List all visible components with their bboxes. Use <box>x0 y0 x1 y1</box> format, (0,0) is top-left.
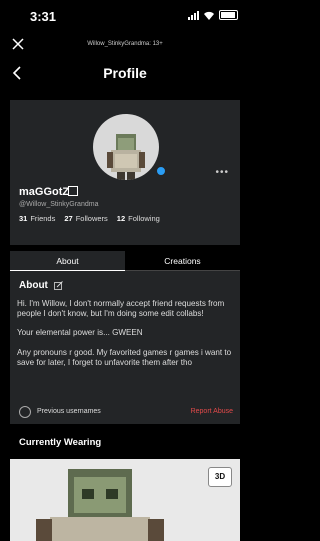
site-title: Willow_StinkyGrandma: 13+ <box>87 41 163 47</box>
view-3d-button[interactable]: 3D <box>208 467 232 487</box>
tab-creations[interactable]: Creations <box>125 251 240 271</box>
previous-usernames-link[interactable]: Previous usernames <box>37 408 101 415</box>
social-stats: 31 Friends 27 Followers 12 Following <box>19 214 160 223</box>
avatar[interactable] <box>93 114 159 180</box>
page-title: Profile <box>103 65 147 81</box>
about-paragraph: Any pronouns r good. My favorited games … <box>17 348 232 367</box>
report-abuse-link[interactable]: Report Abuse <box>191 408 233 415</box>
wifi-icon <box>204 11 214 20</box>
about-paragraph: Your elemental power is... GWEEN <box>17 328 143 338</box>
battery-icon <box>219 10 238 20</box>
username-handle: @Willow_StinkyGrandma <box>19 201 99 208</box>
about-paragraph: Hi. I'm Willow, I don't normally accept … <box>17 299 225 318</box>
status-bar: 3:31 <box>0 0 250 30</box>
profile-tabs: About Creations <box>10 251 240 271</box>
status-icons <box>188 10 238 20</box>
display-name: maGGotZ <box>19 186 70 198</box>
history-icon[interactable] <box>19 406 31 418</box>
profile-card: ••• maGGotZ @Willow_StinkyGrandma 31 Frie… <box>10 100 240 245</box>
tab-about[interactable]: About <box>10 251 125 271</box>
more-options-icon[interactable]: ••• <box>215 167 229 178</box>
friends-stat[interactable]: 31 Friends <box>19 214 55 223</box>
status-time: 3:31 <box>30 9 57 24</box>
about-footer: Previous usernames Report Abuse <box>10 403 240 423</box>
avatar-figure-icon <box>107 134 145 180</box>
page-header: Profile <box>0 58 250 90</box>
online-status-dot <box>156 166 166 176</box>
about-description: Hi. I'm Willow, I don't normally accept … <box>17 299 233 378</box>
followers-stat[interactable]: 27 Followers <box>64 214 107 223</box>
verified-badge-icon <box>68 186 78 196</box>
currently-wearing-heading: Currently Wearing <box>19 437 102 448</box>
browser-topbar: Willow_StinkyGrandma: 13+ <box>0 33 250 55</box>
about-heading: About <box>19 280 48 291</box>
signal-icon <box>188 10 199 20</box>
about-panel: About Hi. I'm Willow, I don't normally a… <box>10 271 240 424</box>
avatar-3d-figure-icon <box>36 469 164 541</box>
edit-icon[interactable] <box>54 281 63 290</box>
avatar-preview[interactable]: 3D <box>10 459 240 541</box>
following-stat[interactable]: 12 Following <box>117 214 160 223</box>
